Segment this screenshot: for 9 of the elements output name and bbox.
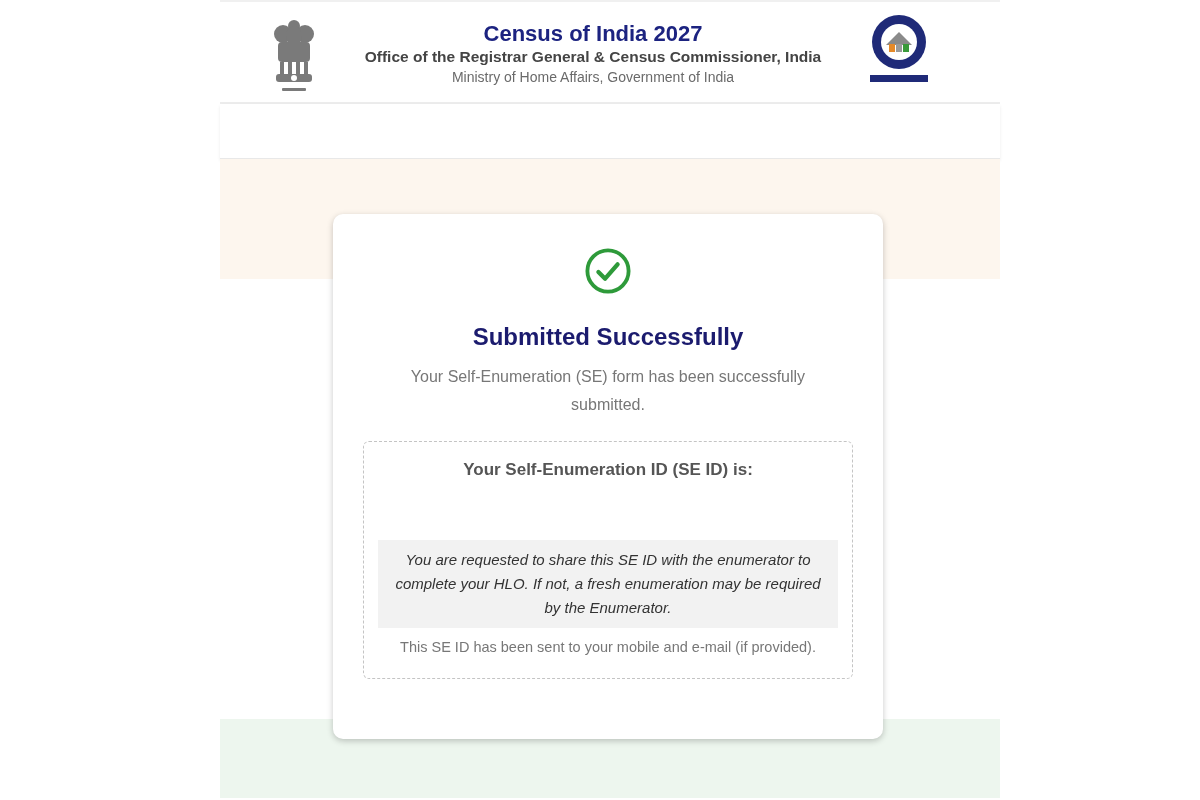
id-heading: Your Self-Enumeration ID (SE ID) is:: [463, 459, 753, 481]
sent-note: This SE ID has been sent to your mobile and e-mail (if provided).: [400, 638, 816, 657]
success-message: Your Self-Enumeration (SE) form has been successfully submitted.: [409, 367, 807, 415]
office-name: Office of the Registrar General & Census Commissioner, India: [364, 47, 822, 67]
success-title: Submitted Successfully: [472, 323, 744, 351]
site-title: Census of India 2027: [483, 21, 703, 47]
notice-text: You are requested to share this SE ID with the enumerator to complete your HLO. If not, a fresh enumeration may be required by the Enumerator.: [378, 540, 838, 628]
seal-logo: [868, 13, 930, 85]
ministry-name: Ministry of Home Affairs, Government of India: [451, 68, 735, 87]
